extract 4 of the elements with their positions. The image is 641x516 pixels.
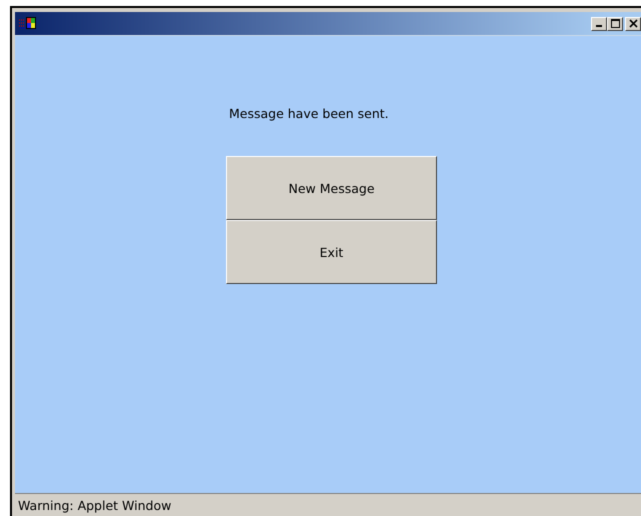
status-message: Message have been sent. xyxy=(229,106,389,121)
action-button[interactable]: New Message xyxy=(226,156,437,220)
status-text: Warning: Applet Window xyxy=(18,498,172,512)
action-button[interactable]: Exit xyxy=(226,220,437,284)
